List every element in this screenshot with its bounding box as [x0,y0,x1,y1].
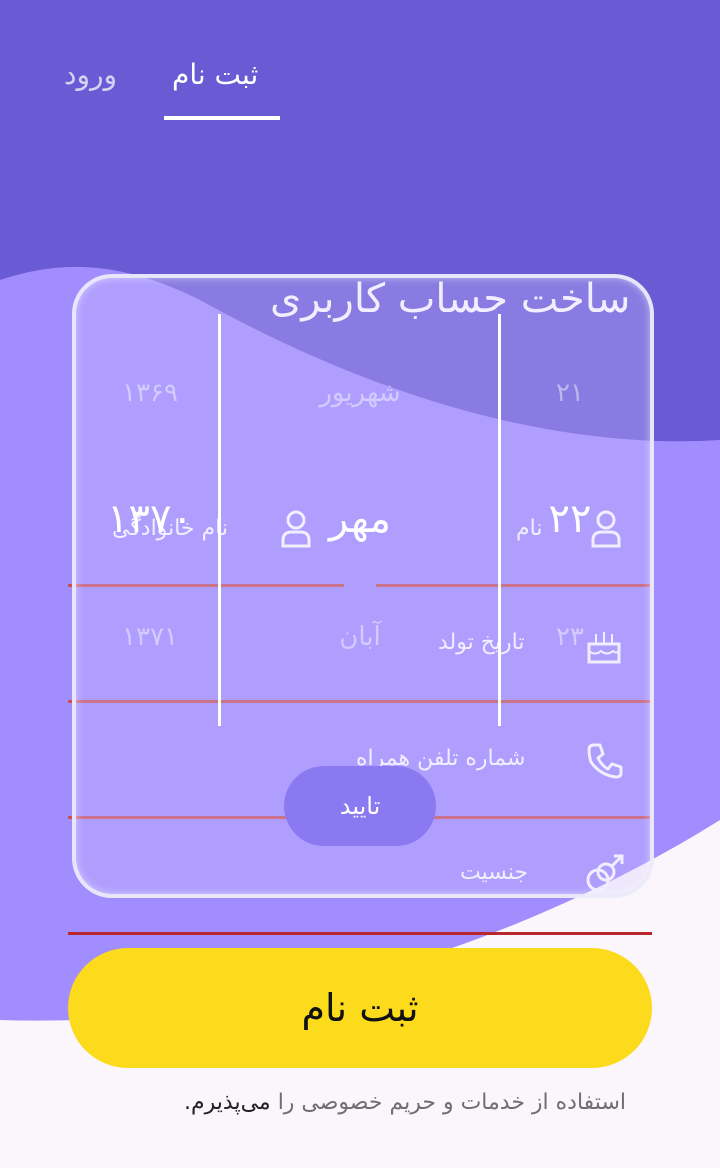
picker-month-prev[interactable]: شهریور [290,378,430,408]
picker-year-current[interactable]: ۱۳۷۰ [80,496,220,542]
picker-day-prev[interactable]: ۲۱ [500,378,640,408]
picker-year-prev[interactable]: ۱۳۶۹ [80,378,220,408]
terms-accept-link[interactable]: می‌پذیرم. [184,1090,271,1115]
tab-register[interactable]: ثبت نام [172,58,258,91]
tab-login[interactable]: ورود [64,58,117,91]
register-button[interactable]: ثبت نام [68,948,652,1068]
picker-month-current[interactable]: مهر [290,496,430,542]
active-tab-indicator [164,116,280,120]
confirm-button[interactable]: تایید [284,766,436,846]
picker-year-next[interactable]: ۱۳۷۱ [80,622,220,652]
picker-month-next[interactable]: آبان [290,622,430,652]
picker-day-next[interactable]: ۲۳ [500,622,640,652]
terms-text: استفاده از خدمات و حریم خصوصی را می‌پذیر… [96,1090,626,1115]
picker-day-current[interactable]: ۲۲ [500,496,640,542]
gender-underline [68,932,652,935]
terms-body: استفاده از خدمات و حریم خصوصی را [277,1090,626,1115]
